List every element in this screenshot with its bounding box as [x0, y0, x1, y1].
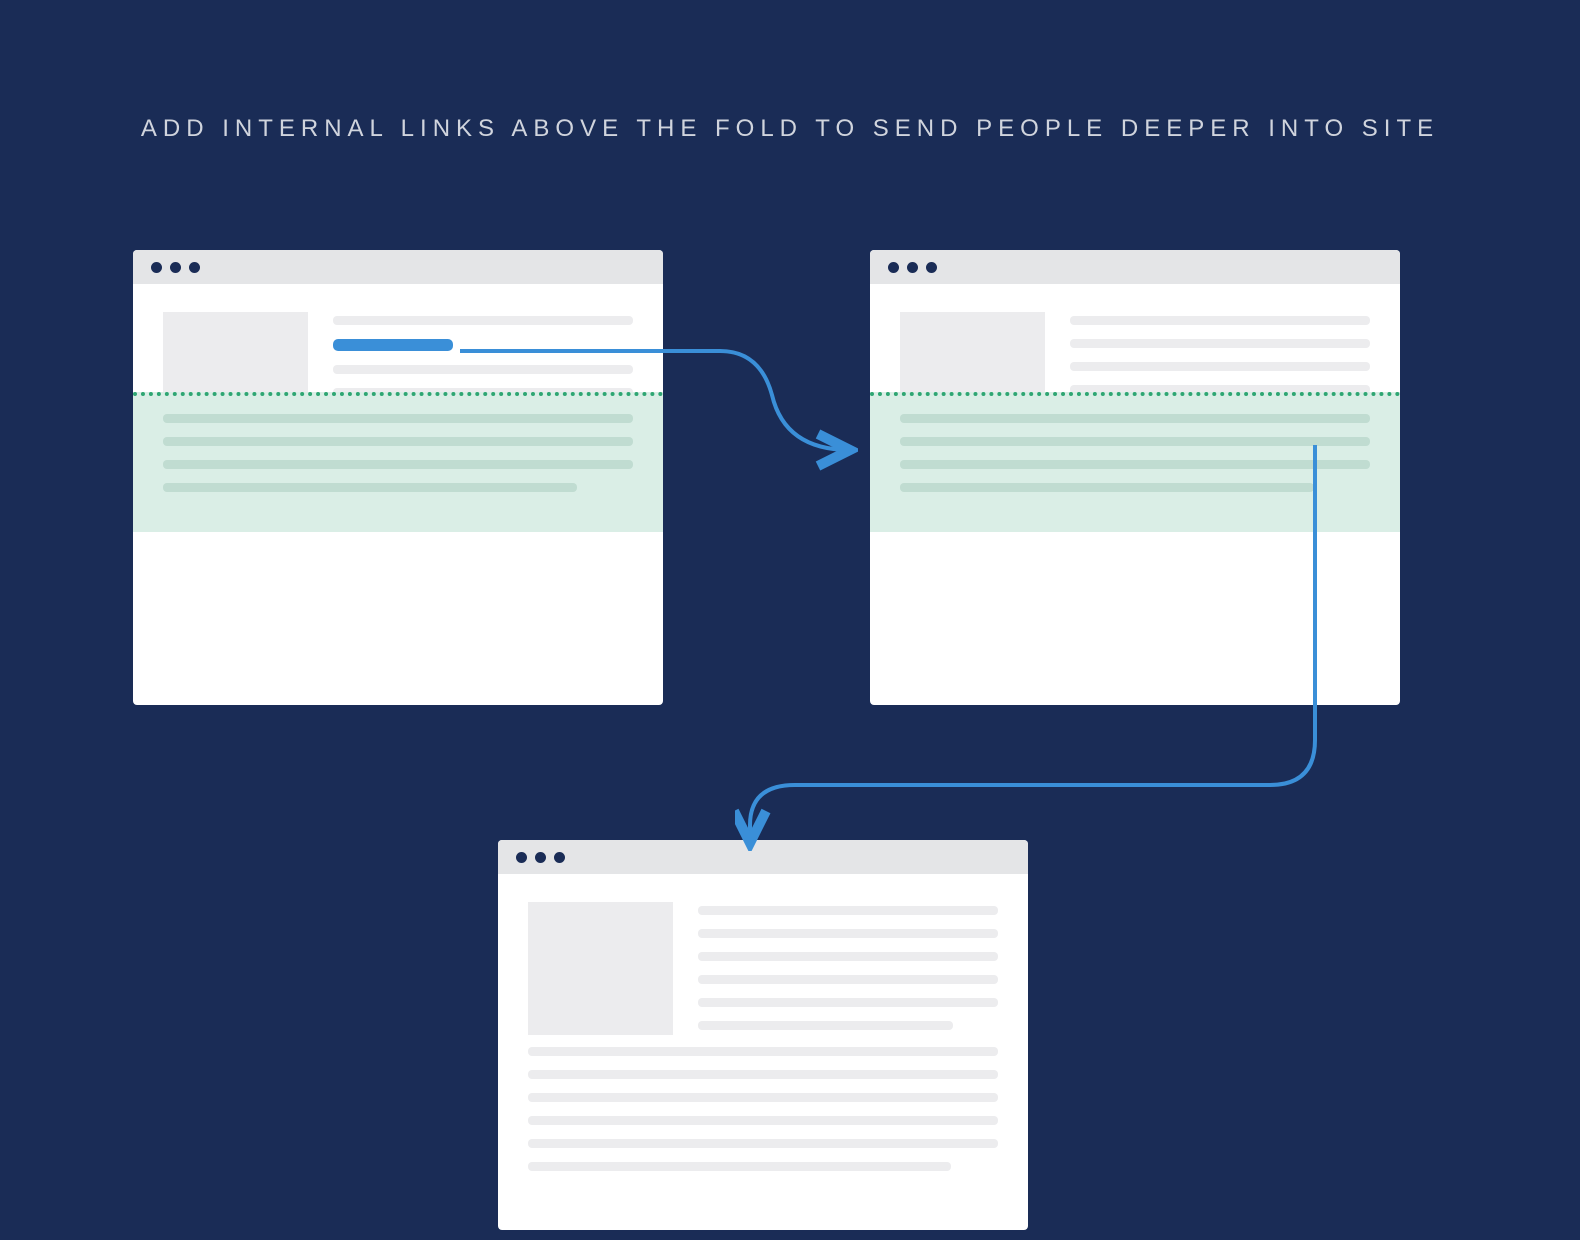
text-line — [1070, 362, 1370, 371]
chrome-dot-icon — [535, 852, 546, 863]
browser-chrome — [133, 250, 663, 284]
text-line — [1070, 339, 1370, 348]
browser-chrome — [498, 840, 1028, 874]
text-line — [698, 975, 998, 984]
text-line — [698, 952, 998, 961]
text-line — [333, 316, 633, 325]
text-line — [528, 1116, 998, 1125]
text-line — [528, 1047, 998, 1056]
text-line — [163, 483, 577, 492]
chrome-dot-icon — [907, 262, 918, 273]
text-line — [163, 414, 633, 423]
text-line — [900, 460, 1370, 469]
text-block — [698, 902, 998, 1035]
browser-window-target-1 — [870, 250, 1400, 705]
text-line — [698, 906, 998, 915]
chrome-dot-icon — [554, 852, 565, 863]
text-line — [528, 1162, 951, 1171]
browser-window-source — [133, 250, 663, 705]
chrome-dot-icon — [189, 262, 200, 273]
text-line — [900, 437, 1370, 446]
text-line — [333, 365, 633, 374]
below-fold-overlay — [870, 392, 1400, 532]
text-line — [528, 1139, 998, 1148]
text-line — [528, 1070, 998, 1079]
link-line-wrap — [333, 339, 633, 351]
browser-body — [498, 874, 1028, 1191]
text-line — [698, 1021, 953, 1030]
chrome-dot-icon — [170, 262, 181, 273]
chrome-dot-icon — [516, 852, 527, 863]
diagram-title: ADD INTERNAL LINKS ABOVE THE FOLD TO SEN… — [0, 115, 1580, 143]
content-row — [528, 902, 998, 1035]
text-line — [163, 460, 633, 469]
text-line — [698, 998, 998, 1007]
below-fold-overlay — [133, 392, 663, 532]
text-line — [900, 483, 1314, 492]
browser-body — [870, 284, 1400, 532]
browser-body — [133, 284, 663, 532]
text-line — [900, 414, 1370, 423]
chrome-dot-icon — [151, 262, 162, 273]
internal-link-highlight — [333, 339, 453, 351]
text-line — [1070, 316, 1370, 325]
text-line — [698, 929, 998, 938]
text-line — [163, 437, 633, 446]
chrome-dot-icon — [926, 262, 937, 273]
chrome-dot-icon — [888, 262, 899, 273]
text-line — [528, 1093, 998, 1102]
full-text-block — [528, 1047, 998, 1171]
browser-chrome — [870, 250, 1400, 284]
image-placeholder — [528, 902, 673, 1035]
browser-window-target-2 — [498, 840, 1028, 1230]
